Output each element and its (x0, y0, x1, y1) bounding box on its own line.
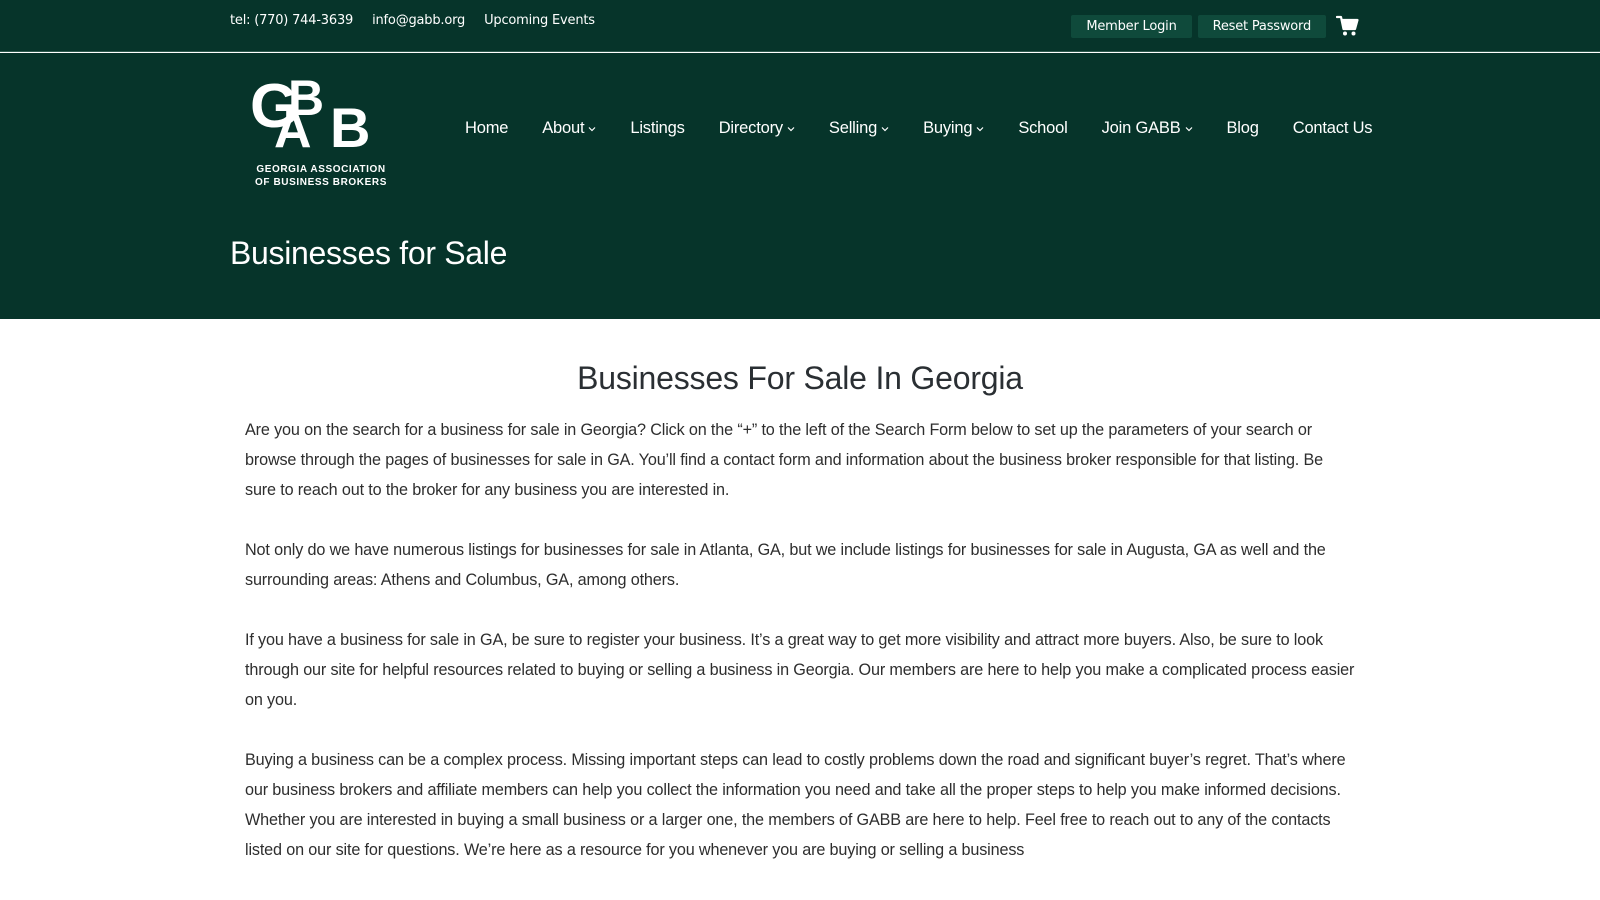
chevron-down-icon (976, 126, 984, 131)
nav-item-join-gabb[interactable]: Join GABB (1102, 119, 1193, 138)
nav-item-label: Buying (923, 119, 973, 137)
main-navigation: Home About Listings Directory Selling Buying S… (465, 119, 1373, 138)
buying-paragraph: Buying a business can be a complex proce… (245, 751, 1346, 859)
locations-paragraph: Not only do we have numerous listings fo… (245, 541, 1326, 589)
nav-item-label: Directory (718, 119, 783, 137)
top-bar: tel: (770) 744-3639 info@gabb.org Upcomi… (0, 0, 1600, 52)
chevron-down-icon (1185, 126, 1192, 131)
logo-caption: GEORGIA ASSOCIATION OF BUSINESS BROKERS (252, 163, 390, 189)
logo-line-1: GEORGIA ASSOCIATION (256, 164, 386, 175)
nav-item-label: Join GABB (1101, 119, 1181, 137)
gabb-logo-mark: G B A B (252, 71, 370, 159)
phone-link[interactable]: tel: (770) 744-3639 (230, 13, 353, 28)
reset-password-button[interactable]: Reset Password (1197, 14, 1326, 38)
gabb-logo[interactable]: G B A B GEORGIA ASSOCIATION OF BUSINESS … (252, 71, 390, 191)
content-heading: Businesses For Sale In Georgia (577, 360, 1023, 396)
nav-item-buying[interactable]: Buying (923, 119, 984, 138)
svg-text:B: B (330, 96, 370, 159)
nav-item-label: Home (465, 119, 509, 137)
account-links: Member Login Reset Password (1071, 14, 1360, 38)
nav-item-directory[interactable]: Directory (719, 119, 795, 138)
site-header: G B A B GEORGIA ASSOCIATION OF BUSINESS … (0, 53, 1600, 319)
main-content: Businesses For Sale In Georgia Are you o… (245, 360, 1355, 895)
email-link[interactable]: info@gabb.org (372, 13, 465, 28)
chevron-down-icon (881, 126, 889, 131)
member-login-button[interactable]: Member Login (1071, 14, 1192, 38)
intro-paragraph: Are you on the search for a business for… (245, 421, 1323, 499)
nav-item-selling[interactable]: Selling (829, 119, 889, 138)
nav-item-label: Selling (828, 119, 878, 137)
nav-item-contact-us[interactable]: Contact Us (1293, 119, 1373, 138)
nav-item-blog[interactable]: Blog (1227, 119, 1259, 138)
top-contact-links: tel: (770) 744-3639 info@gabb.org Upcomi… (230, 13, 595, 28)
nav-item-about[interactable]: About (542, 119, 596, 138)
svg-text:A: A (274, 101, 312, 159)
nav-item-label: Contact Us (1292, 119, 1373, 137)
shopping-cart-icon[interactable] (1336, 14, 1360, 38)
chevron-down-icon (787, 126, 795, 131)
chevron-down-icon (588, 126, 596, 131)
register-paragraph: If you have a business for sale in GA, b… (245, 631, 1355, 709)
nav-item-label: Listings (630, 119, 685, 137)
nav-item-home[interactable]: Home (465, 119, 508, 138)
nav-item-label: About (542, 119, 585, 137)
logo-line-2: OF BUSINESS BROKERS (255, 177, 387, 188)
upcoming-events-link[interactable]: Upcoming Events (484, 13, 595, 28)
page-title: Businesses for Sale (230, 235, 508, 271)
nav-item-label: Blog (1226, 119, 1259, 137)
nav-item-label: School (1018, 119, 1068, 137)
nav-item-listings[interactable]: Listings (630, 119, 685, 138)
nav-item-school[interactable]: School (1018, 119, 1067, 138)
